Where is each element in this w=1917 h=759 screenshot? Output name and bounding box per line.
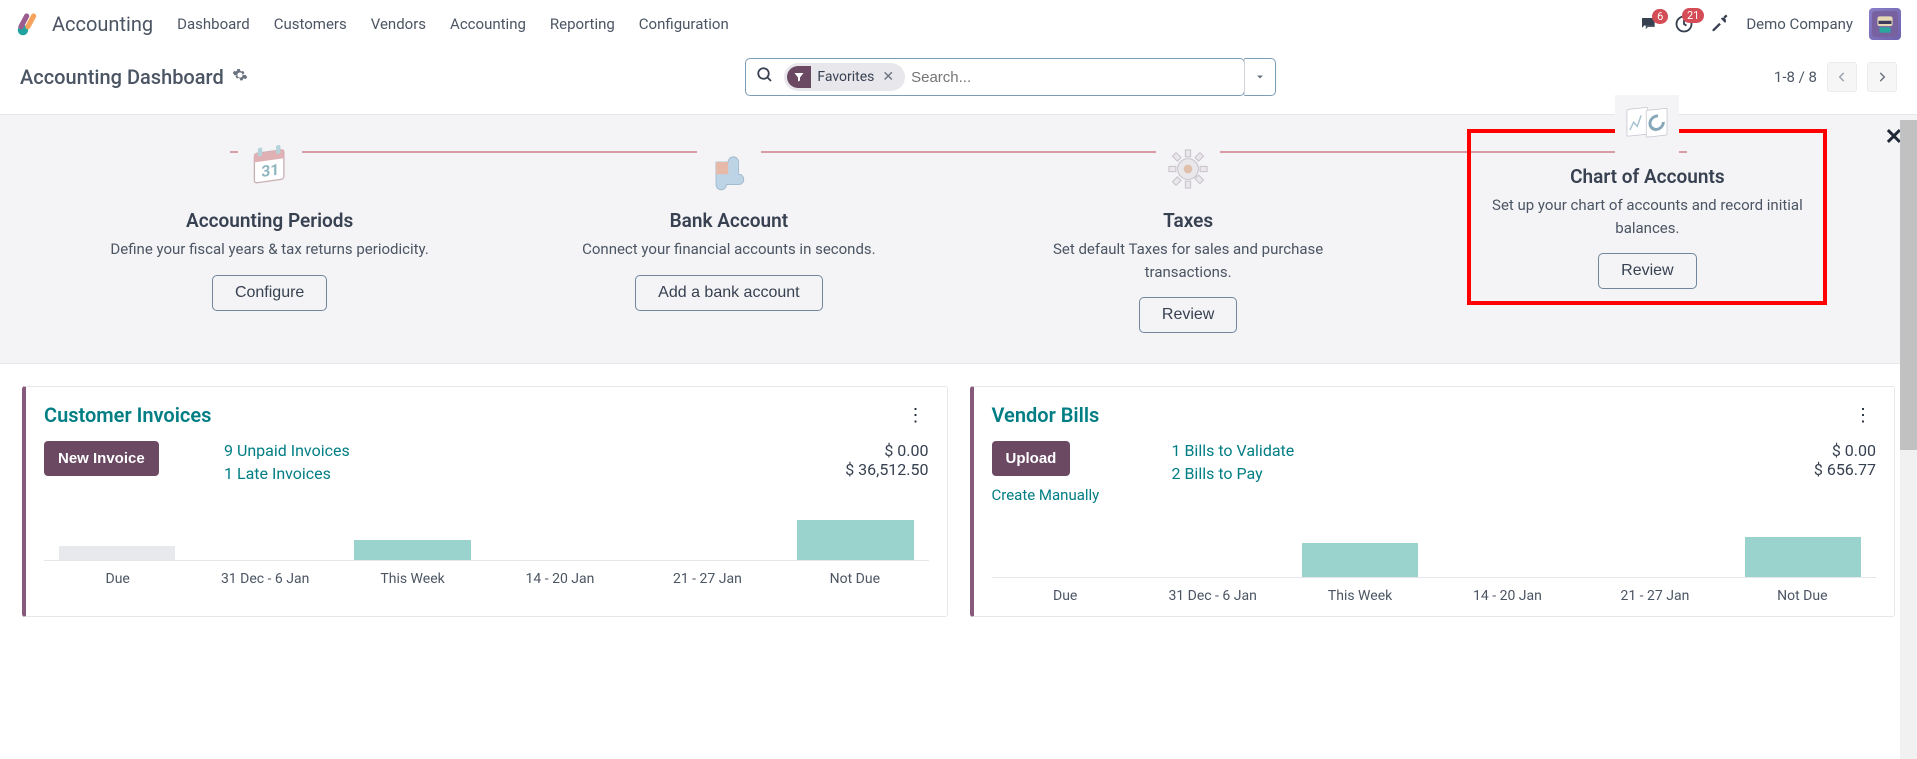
search-box[interactable]: Favorites ✕ <box>745 58 1245 96</box>
filter-chip-label: Favorites <box>817 69 874 85</box>
app-name[interactable]: Accounting <box>52 12 153 36</box>
step-desc: Define your fiscal years & tax returns p… <box>110 238 428 261</box>
topbar-right: 6 21 Demo Company <box>1638 8 1901 40</box>
tools-icon[interactable] <box>1710 12 1730 36</box>
chart-label: Not Due <box>781 571 928 587</box>
create-manually-link[interactable]: Create Manually <box>992 486 1152 504</box>
onboard-steps: 31 Accounting Periods Define your fiscal… <box>40 139 1877 333</box>
review-taxes-button[interactable]: Review <box>1139 297 1237 333</box>
unpaid-invoices-link[interactable]: 9 Unpaid Invoices <box>224 441 769 460</box>
card-title[interactable]: Vendor Bills <box>992 403 1100 427</box>
messages-icon[interactable]: 6 <box>1638 15 1658 33</box>
funnel-icon <box>787 66 811 88</box>
nav-accounting[interactable]: Accounting <box>450 15 526 33</box>
vendor-chart <box>992 530 1877 578</box>
customer-chart-labels: Due31 Dec - 6 JanThis Week14 - 20 Jan21 … <box>44 571 929 587</box>
chart-label: This Week <box>339 571 486 587</box>
step-desc: Set default Taxes for sales and purchase… <box>1028 238 1348 283</box>
add-bank-button[interactable]: Add a bank account <box>635 275 822 311</box>
chart-label: 31 Dec - 6 Jan <box>191 571 338 587</box>
amount-pay: $ 656.77 <box>1736 460 1876 479</box>
onboard-step-bank: Bank Account Connect your financial acco… <box>549 139 909 311</box>
puzzle-icon <box>697 139 761 199</box>
bills-validate-link[interactable]: 1 Bills to Validate <box>1172 441 1717 460</box>
amount-late: $ 36,512.50 <box>789 460 929 479</box>
step-desc: Set up your chart of accounts and record… <box>1487 194 1807 239</box>
amount-unpaid: $ 0.00 <box>789 441 929 460</box>
amount-validate: $ 0.00 <box>1736 441 1876 460</box>
chart-label: 14 - 20 Jan <box>1434 588 1581 604</box>
pager-next[interactable] <box>1867 62 1897 92</box>
nav-links: Dashboard Customers Vendors Accounting R… <box>177 15 729 33</box>
page-title: Accounting Dashboard <box>20 65 224 89</box>
chart-label: Due <box>992 588 1139 604</box>
review-coa-button[interactable]: Review <box>1598 253 1696 289</box>
nav-dashboard[interactable]: Dashboard <box>177 15 250 33</box>
pager: 1-8 / 8 <box>1774 62 1897 92</box>
chart-icon <box>1615 95 1679 155</box>
nav-reporting[interactable]: Reporting <box>550 15 615 33</box>
chart-label: Due <box>44 571 191 587</box>
late-invoices-link[interactable]: 1 Late Invoices <box>224 464 769 483</box>
search-dropdown-caret[interactable] <box>1244 58 1276 96</box>
search-icon <box>746 66 784 88</box>
step-title: Chart of Accounts <box>1570 165 1725 188</box>
topbar: Accounting Dashboard Customers Vendors A… <box>0 0 1917 48</box>
nav-customers[interactable]: Customers <box>274 15 347 33</box>
chart-label: 21 - 27 Jan <box>634 571 781 587</box>
onboarding-panel: ✕ 31 Accounting Periods Define your fisc… <box>0 114 1917 364</box>
filter-chip: Favorites ✕ <box>784 63 905 91</box>
onboard-step-periods: 31 Accounting Periods Define your fiscal… <box>90 139 450 311</box>
app-logo-icon[interactable] <box>16 11 42 37</box>
step-title: Taxes <box>1163 209 1213 232</box>
nav-vendors[interactable]: Vendors <box>371 15 426 33</box>
avatar[interactable] <box>1869 8 1901 40</box>
vendor-chart-labels: Due31 Dec - 6 JanThis Week14 - 20 Jan21 … <box>992 588 1877 604</box>
customer-chart <box>44 513 929 561</box>
pager-prev[interactable] <box>1827 62 1857 92</box>
step-desc: Connect your financial accounts in secon… <box>582 238 876 261</box>
search-input[interactable] <box>911 69 1244 86</box>
kebab-icon[interactable]: ⋮ <box>903 405 929 426</box>
chart-label: 21 - 27 Jan <box>1581 588 1728 604</box>
chart-label: Not Due <box>1729 588 1876 604</box>
chart-label: 31 Dec - 6 Jan <box>1139 588 1286 604</box>
activities-icon[interactable]: 21 <box>1674 14 1694 34</box>
calendar-icon: 31 <box>238 139 302 199</box>
onboard-step-coa: Chart of Accounts Set up your chart of a… <box>1467 139 1827 293</box>
nav-configuration[interactable]: Configuration <box>639 15 729 33</box>
gear-icon[interactable] <box>232 67 248 87</box>
messages-badge: 6 <box>1652 9 1668 24</box>
kebab-icon[interactable]: ⋮ <box>1850 405 1876 426</box>
new-invoice-button[interactable]: New Invoice <box>44 441 159 476</box>
dashboard-cards: Customer Invoices ⋮ New Invoice 9 Unpaid… <box>0 364 1917 617</box>
chart-label: 14 - 20 Jan <box>486 571 633 587</box>
card-customer-invoices: Customer Invoices ⋮ New Invoice 9 Unpaid… <box>22 386 948 617</box>
scrollbar[interactable] <box>1900 120 1917 759</box>
chart-label: This Week <box>1286 588 1433 604</box>
gear-large-icon <box>1156 139 1220 199</box>
card-title[interactable]: Customer Invoices <box>44 403 211 427</box>
highlighted-step: Chart of Accounts Set up your chart of a… <box>1467 129 1827 305</box>
activities-badge: 21 <box>1682 8 1704 23</box>
card-vendor-bills: Vendor Bills ⋮ Upload Create Manually 1 … <box>970 386 1896 617</box>
step-title: Bank Account <box>670 209 788 232</box>
search-wrap: Favorites ✕ <box>745 58 1276 96</box>
bills-pay-link[interactable]: 2 Bills to Pay <box>1172 464 1717 483</box>
configure-button[interactable]: Configure <box>212 275 327 311</box>
upload-button[interactable]: Upload <box>992 441 1071 476</box>
step-title: Accounting Periods <box>186 209 353 232</box>
company-name[interactable]: Demo Company <box>1746 15 1853 33</box>
chip-remove-icon[interactable]: ✕ <box>882 69 894 85</box>
pager-text: 1-8 / 8 <box>1774 68 1817 86</box>
onboard-step-taxes: Taxes Set default Taxes for sales and pu… <box>1008 139 1368 333</box>
svg-text:31: 31 <box>261 160 279 181</box>
